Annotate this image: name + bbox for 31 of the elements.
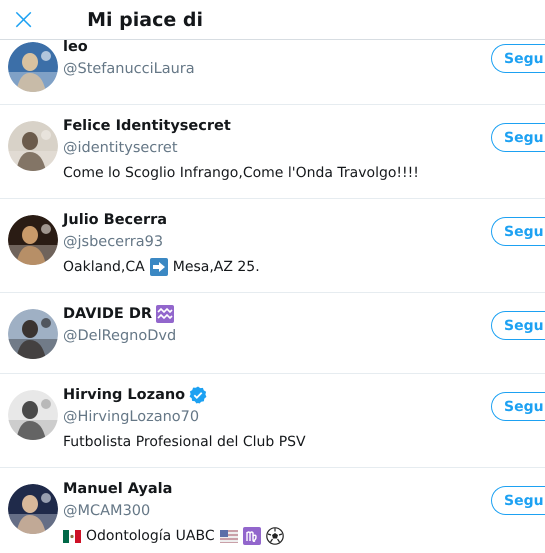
user-handle: @identitysecret: [63, 139, 178, 158]
follow-button[interactable]: Segu: [491, 217, 545, 246]
bio-text: Futbolista Profesional del Club PSV: [63, 433, 306, 452]
aquarius-icon: [156, 305, 174, 323]
follow-button[interactable]: Segu: [491, 311, 545, 340]
user-name[interactable]: Felice Identitysecret: [63, 118, 231, 134]
virgo-icon: [242, 527, 261, 545]
follow-button[interactable]: Segu: [491, 486, 545, 515]
user-handle: @DelRegnoDvd: [63, 327, 176, 346]
flag-icon: [220, 530, 238, 542]
verified-badge-icon: [189, 386, 208, 404]
page-title: Mi piace di: [87, 8, 203, 30]
user-handle: @jsbecerra93: [63, 233, 164, 252]
follow-button[interactable]: Segu: [491, 392, 545, 421]
follow-button[interactable]: Segu: [491, 44, 545, 73]
user-name[interactable]: Manuel Ayala: [63, 481, 172, 497]
bio-text: Mesa,AZ 25.: [172, 258, 260, 277]
user-name[interactable]: leo: [63, 40, 88, 55]
user-handle: @HirvingLozano70: [63, 408, 200, 427]
user-name[interactable]: Hirving Lozano: [63, 387, 186, 403]
follow-button[interactable]: Segu: [491, 123, 545, 152]
user-handle: @StefanucciLaura: [63, 60, 195, 79]
bio-text: Odontología UABC: [86, 527, 215, 546]
bio-text: Come lo Scoglio Infrango,Come l'Onda Travolgo!!!!: [63, 164, 419, 183]
bio-text: Oakland,CA: [63, 258, 145, 277]
soccer-ball-icon: [266, 527, 284, 545]
user-name[interactable]: Julio Becerra: [63, 212, 168, 228]
user-name[interactable]: DAVIDE DR: [63, 306, 152, 322]
flag-icon: [63, 530, 81, 542]
user-handle: @MCAM300: [63, 502, 150, 521]
close-button[interactable]: ×: [7, 6, 40, 32]
